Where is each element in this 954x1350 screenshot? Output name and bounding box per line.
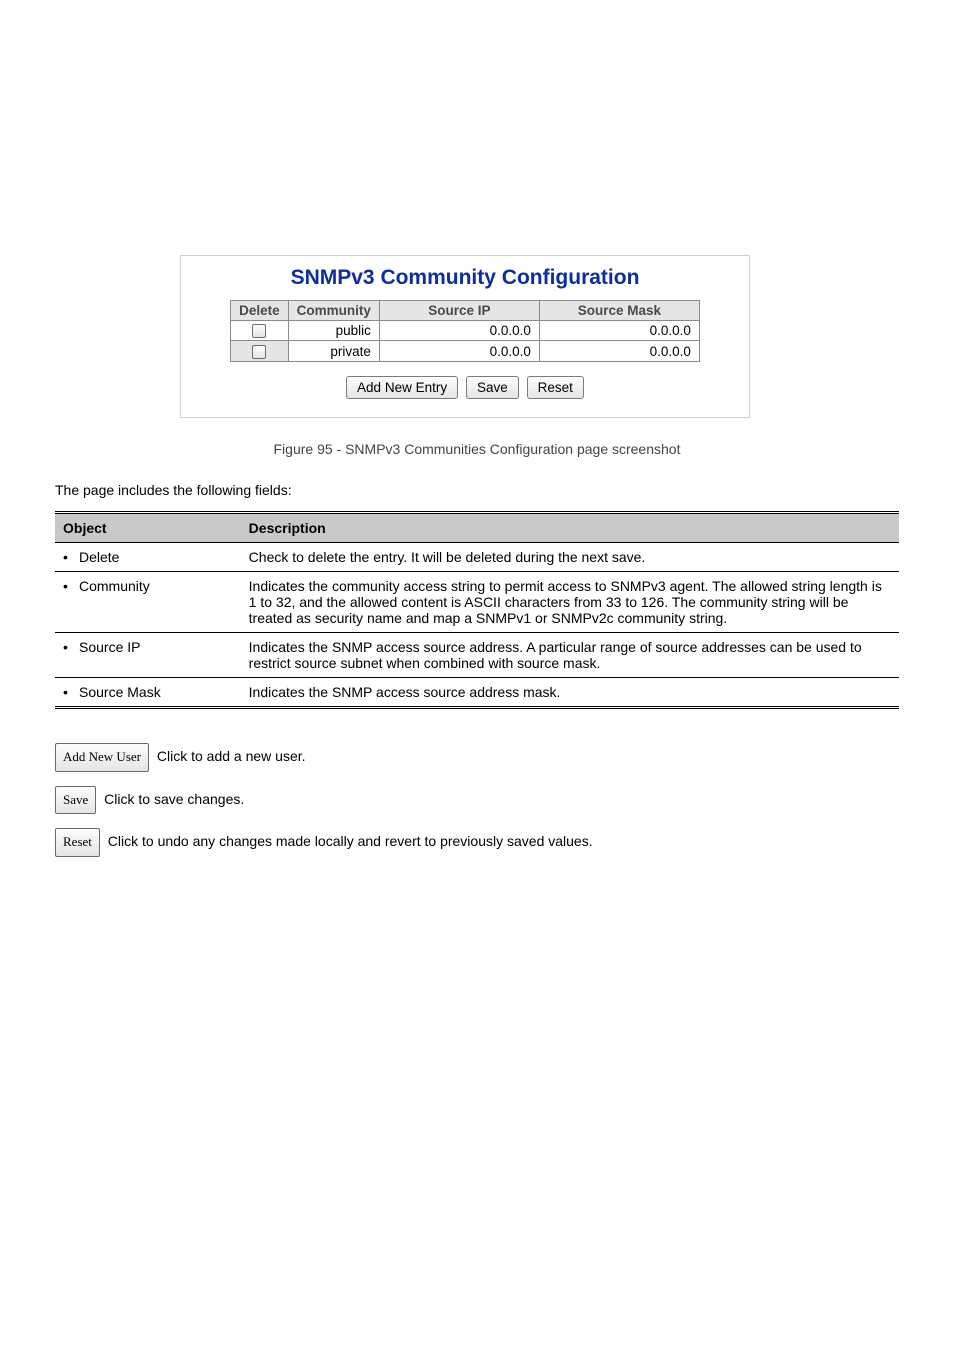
button-notes: Add New User Click to add a new user. Sa… bbox=[55, 743, 899, 857]
desc-community: Indicates the community access string to… bbox=[241, 572, 899, 633]
th-object: Object bbox=[55, 513, 241, 543]
community-cell[interactable]: public bbox=[288, 321, 379, 341]
th-description: Description bbox=[241, 513, 899, 543]
snmp-config-panel: SNMPv3 Community Configuration Delete Co… bbox=[180, 255, 750, 418]
desc-row: Source Mask Indicates the SNMP access so… bbox=[55, 678, 899, 708]
desc-intro: The page includes the following fields: bbox=[55, 481, 899, 501]
delete-checkbox[interactable] bbox=[252, 324, 266, 338]
community-table: Delete Community Source IP Source Mask p… bbox=[230, 300, 700, 362]
desc-row: Delete Check to delete the entry. It wil… bbox=[55, 543, 899, 572]
figure-caption: Figure 95 - SNMPv3 Communities Configura… bbox=[55, 440, 899, 460]
th-source-ip: Source IP bbox=[379, 301, 539, 321]
delete-checkbox[interactable] bbox=[252, 345, 266, 359]
desc-delete: Check to delete the entry. It will be de… bbox=[241, 543, 899, 572]
add-new-user-button[interactable]: Add New User bbox=[55, 743, 149, 772]
desc-row: Community Indicates the community access… bbox=[55, 572, 899, 633]
source-ip-cell[interactable]: 0.0.0.0 bbox=[379, 341, 539, 361]
source-mask-cell[interactable]: 0.0.0.0 bbox=[539, 341, 699, 361]
source-mask-cell[interactable]: 0.0.0.0 bbox=[539, 321, 699, 341]
desc-source-ip: Indicates the SNMP access source address… bbox=[241, 633, 899, 678]
th-source-mask: Source Mask bbox=[539, 301, 699, 321]
reset-text: Click to undo any changes made locally a… bbox=[108, 833, 593, 849]
obj-source-ip: Source IP bbox=[63, 639, 140, 655]
reset-button-inline[interactable]: Reset bbox=[55, 828, 100, 857]
obj-delete: Delete bbox=[63, 549, 119, 565]
th-delete: Delete bbox=[231, 301, 289, 321]
panel-title: SNMPv3 Community Configuration bbox=[196, 266, 734, 290]
save-text: Click to save changes. bbox=[104, 791, 244, 807]
save-button-inline[interactable]: Save bbox=[55, 786, 96, 815]
save-button[interactable]: Save bbox=[466, 376, 519, 399]
obj-community: Community bbox=[63, 578, 150, 594]
desc-row: Source IP Indicates the SNMP access sour… bbox=[55, 633, 899, 678]
community-cell[interactable]: private bbox=[288, 341, 379, 361]
table-row: public 0.0.0.0 0.0.0.0 bbox=[231, 321, 700, 341]
add-new-entry-button[interactable]: Add New Entry bbox=[346, 376, 458, 399]
add-new-user-text: Click to add a new user. bbox=[157, 748, 306, 764]
table-row: private 0.0.0.0 0.0.0.0 bbox=[231, 341, 700, 361]
desc-source-mask: Indicates the SNMP access source address… bbox=[241, 678, 899, 708]
description-table: Object Description Delete Check to delet… bbox=[55, 511, 899, 709]
reset-button[interactable]: Reset bbox=[527, 376, 584, 399]
obj-source-mask: Source Mask bbox=[63, 684, 161, 700]
th-community: Community bbox=[288, 301, 379, 321]
source-ip-cell[interactable]: 0.0.0.0 bbox=[379, 321, 539, 341]
